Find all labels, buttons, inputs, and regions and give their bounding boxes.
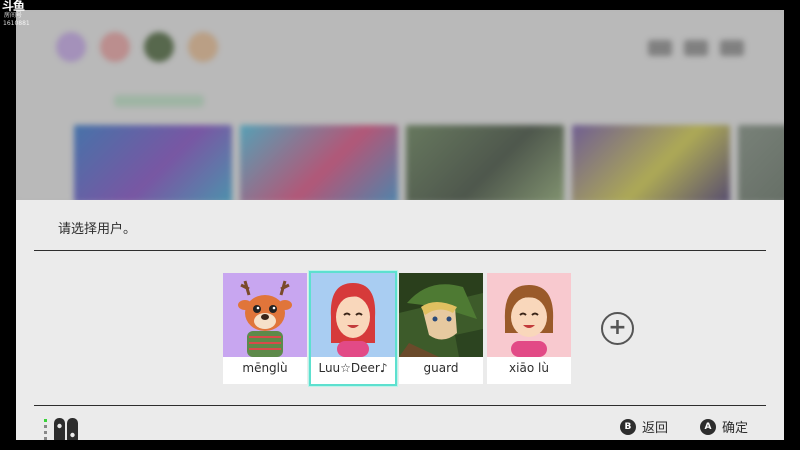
divider — [34, 405, 766, 406]
user-card-luu-deer[interactable]: Luu☆Deer♪ — [309, 271, 397, 386]
controller-status — [44, 417, 88, 440]
user-name: guard — [423, 361, 459, 375]
plus-icon: + — [608, 314, 627, 340]
user-list: mēnglù Luu☆Deer♪ guard xiāo lù — [223, 271, 571, 386]
user-card-guard[interactable]: guard — [399, 273, 483, 384]
divider — [34, 250, 766, 251]
a-button-icon: A — [699, 418, 716, 435]
switch-screen: 请选择用户。 mēnglù Luu☆Deer♪ guard xiāo lù + … — [16, 10, 784, 440]
dim-overlay — [16, 10, 784, 200]
user-select-dialog: 请选择用户。 mēnglù Luu☆Deer♪ guard xiāo lù + … — [16, 200, 784, 440]
user-card-menglu[interactable]: mēnglù — [223, 273, 307, 384]
mii-red-hair-avatar — [311, 273, 395, 357]
back-hint[interactable]: B 返回 — [619, 417, 668, 436]
watermark-room-id: 1610881 — [3, 20, 30, 27]
watermark-room-label: 房间号 — [4, 12, 23, 19]
b-button-icon: B — [619, 418, 636, 435]
link-hero-avatar — [399, 273, 483, 357]
user-name: mēnglù — [242, 361, 288, 375]
dialog-title: 请选择用户。 — [58, 222, 137, 237]
joycon-controllers-icon — [44, 418, 78, 440]
stream-watermark: 斗鱼 房间号 1610881 — [0, 0, 36, 30]
user-card-xiao-lu[interactable]: xiāo lù — [487, 273, 571, 384]
confirm-label: 确定 — [721, 421, 748, 436]
watermark-logo: 斗鱼 — [2, 0, 25, 13]
add-user-button[interactable]: + — [601, 312, 634, 345]
mii-brown-hair-avatar — [487, 273, 571, 357]
back-label: 返回 — [641, 421, 668, 436]
user-name: Luu☆Deer♪ — [318, 361, 388, 375]
user-name: xiāo lù — [509, 361, 549, 375]
confirm-hint[interactable]: A 确定 — [699, 417, 748, 436]
button-hints: B 返回 A 确定 — [619, 417, 748, 436]
deer-villager-avatar — [223, 273, 307, 357]
